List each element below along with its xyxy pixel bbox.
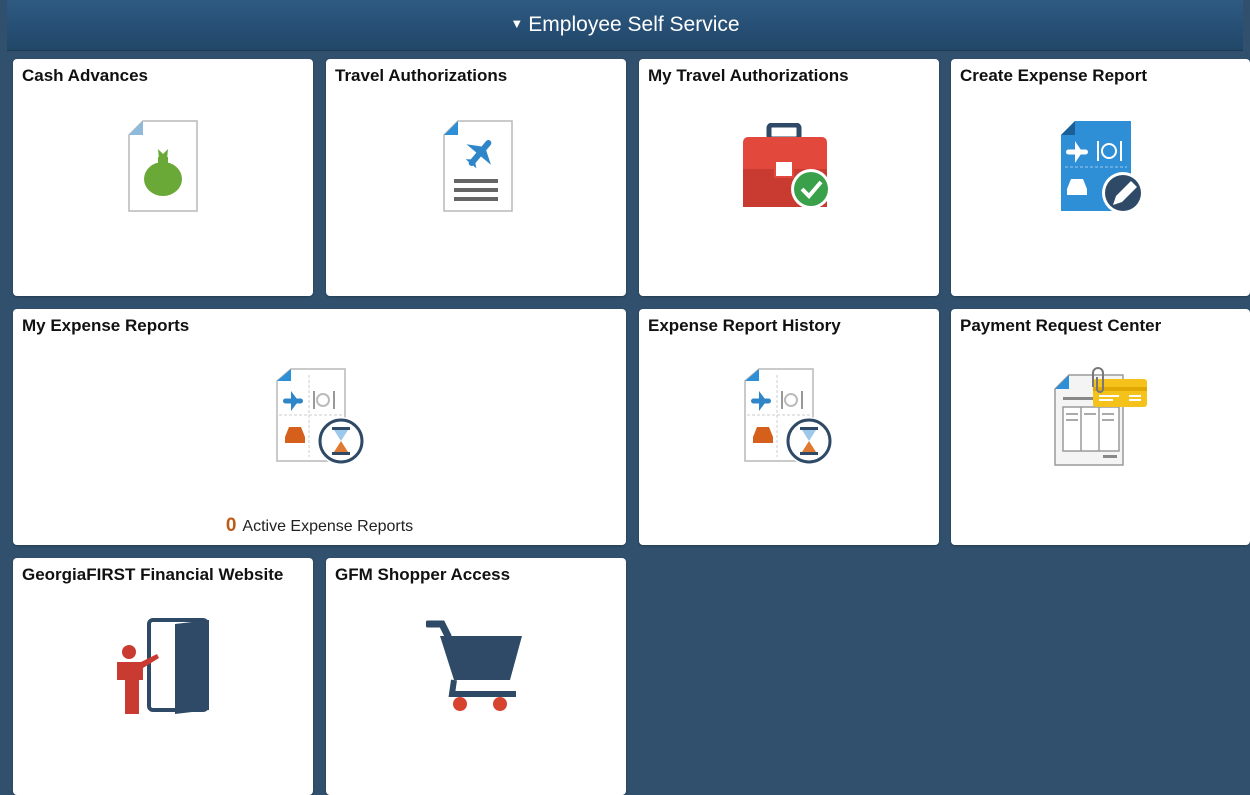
tile-travel-authorizations[interactable]: Travel Authorizations — [326, 59, 626, 296]
tile-payment-request-center[interactable]: Payment Request Center — [951, 309, 1250, 545]
tile-title: My Travel Authorizations — [648, 66, 849, 85]
briefcase-check-icon — [739, 122, 839, 220]
active-expense-reports-count: 0 Active Expense Reports — [13, 515, 626, 537]
collapse-caret-icon[interactable]: ▼ — [510, 16, 523, 31]
tile-cash-advances[interactable]: Cash Advances — [13, 59, 313, 296]
page-title: Employee Self Service — [528, 13, 740, 36]
count-number: 0 — [225, 515, 237, 536]
tile-gfm-shopper-access[interactable]: GFM Shopper Access — [326, 558, 626, 795]
tile-title: My Expense Reports — [22, 316, 190, 335]
expense-report-edit-icon — [1057, 119, 1147, 224]
page-header[interactable]: ▼ Employee Self Service — [7, 0, 1243, 51]
person-door-icon — [113, 618, 213, 723]
expense-report-history-icon — [743, 367, 839, 472]
tile-title: GFM Shopper Access — [335, 565, 511, 584]
tile-title: Cash Advances — [22, 66, 148, 85]
tile-my-travel-authorizations[interactable]: My Travel Authorizations — [639, 59, 939, 296]
tile-expense-report-history[interactable]: Expense Report History — [639, 309, 939, 545]
tile-title: Payment Request Center — [960, 316, 1162, 335]
payment-request-icon — [1051, 367, 1151, 472]
tile-my-expense-reports[interactable]: My Expense Reports 0 Active Expense Repor… — [13, 309, 626, 545]
tile-create-expense-report[interactable]: Create Expense Report — [951, 59, 1250, 296]
expense-report-pending-icon — [275, 367, 371, 472]
tile-title: Create Expense Report — [960, 66, 1148, 85]
travel-document-icon — [440, 119, 516, 220]
tile-title: Expense Report History — [648, 316, 841, 335]
tile-title: GeorgiaFIRST Financial Website — [22, 565, 284, 584]
tile-title: Travel Authorizations — [335, 66, 508, 85]
shopping-cart-icon — [424, 618, 526, 723]
tile-georgiafirst-financial-website[interactable]: GeorgiaFIRST Financial Website — [13, 558, 313, 795]
money-bag-document-icon — [125, 119, 201, 220]
count-label: Active Expense Reports — [242, 518, 414, 535]
